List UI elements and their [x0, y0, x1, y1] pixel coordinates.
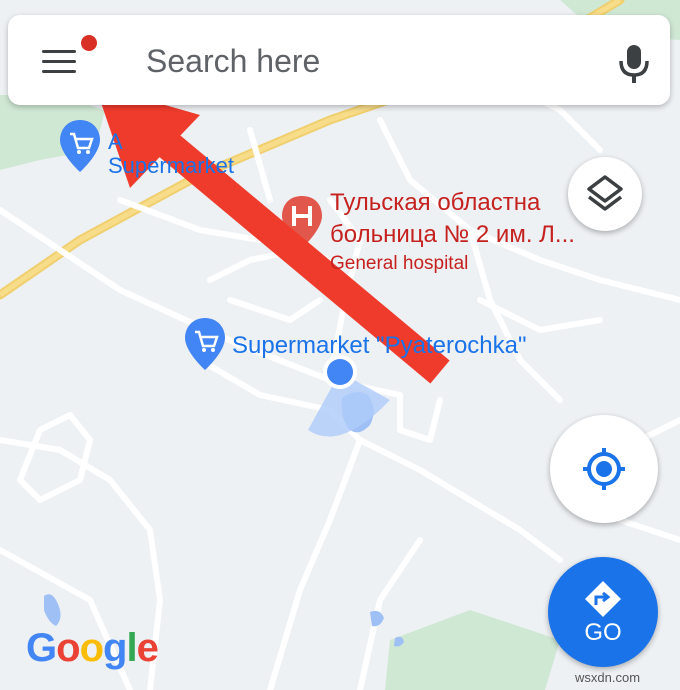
microphone-icon — [619, 45, 649, 83]
go-label: GO — [584, 619, 622, 646]
notification-dot — [81, 35, 97, 51]
supermarket-label[interactable]: Supermarket "Pyaterochka" — [232, 332, 527, 360]
watermark: wsxdn.com — [575, 670, 641, 685]
menu-icon — [42, 50, 76, 53]
my-location-button[interactable] — [550, 415, 658, 523]
directions-go-button[interactable]: GO — [548, 557, 658, 667]
search-input[interactable]: Search here — [146, 43, 320, 80]
hospital-label[interactable]: Тульская областна больница № 2 им. Л... … — [330, 187, 575, 277]
poi-label-top-left-line1: А — [108, 129, 123, 154]
hospital-name-line2: больница № 2 им. Л... — [330, 221, 575, 248]
layers-button[interactable] — [568, 157, 642, 231]
hospital-name-line1: Тульская областна — [330, 189, 541, 216]
poi-label-top-left-line2: Supermarket — [108, 153, 234, 178]
google-logo: Google — [26, 626, 159, 670]
directions-icon — [585, 581, 621, 617]
search-bar[interactable]: Search here — [8, 15, 670, 105]
layers-icon — [587, 175, 623, 211]
crosshair-icon — [583, 448, 625, 490]
poi-label-top-left[interactable]: А Supermarket — [108, 130, 234, 178]
microphone-button[interactable] — [608, 37, 660, 89]
menu-button[interactable] — [38, 35, 97, 79]
hospital-category: General hospital — [330, 253, 469, 274]
